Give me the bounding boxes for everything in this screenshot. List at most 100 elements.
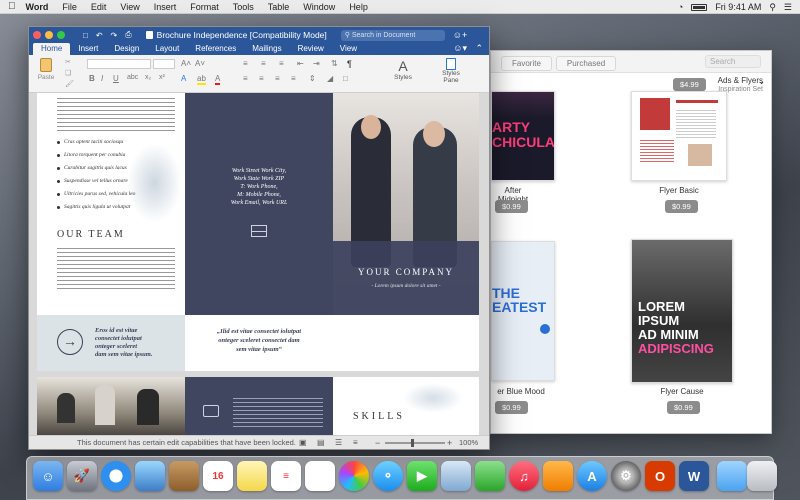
justify-icon[interactable]: ≡ bbox=[291, 74, 296, 83]
maps-icon[interactable] bbox=[305, 461, 335, 491]
paste-button[interactable]: Paste bbox=[35, 58, 57, 81]
tab-home[interactable]: Home bbox=[33, 43, 71, 55]
tab-references[interactable]: References bbox=[187, 43, 244, 55]
draft-view-icon[interactable]: ≡ bbox=[353, 438, 358, 447]
app-store-icon[interactable]: A bbox=[577, 461, 607, 491]
web-layout-view-icon[interactable]: ▤ bbox=[317, 438, 325, 447]
tab-view[interactable]: View bbox=[332, 43, 365, 55]
keynote-icon[interactable] bbox=[441, 461, 471, 491]
menu-format[interactable]: Format bbox=[190, 2, 219, 12]
zoom-level[interactable]: 100% bbox=[459, 438, 478, 447]
search-document-input[interactable]: ⚲ Search in Document bbox=[340, 29, 445, 41]
battery-icon[interactable] bbox=[691, 3, 708, 11]
menu-insert[interactable]: Insert bbox=[154, 2, 177, 12]
calendar-icon[interactable]: 16 bbox=[203, 461, 233, 491]
font-name-select[interactable] bbox=[87, 59, 151, 69]
reminders-icon[interactable]: ≡ bbox=[271, 461, 301, 491]
italic-button[interactable]: I bbox=[101, 74, 103, 83]
menu-window[interactable]: Window bbox=[303, 2, 335, 12]
shading-icon[interactable]: ◢ bbox=[327, 74, 333, 83]
zoom-out-button[interactable]: − bbox=[375, 438, 380, 448]
close-window-button[interactable] bbox=[33, 31, 41, 39]
notes-icon[interactable] bbox=[237, 461, 267, 491]
price-button[interactable]: $0.99 bbox=[665, 200, 698, 213]
menu-tools[interactable]: Tools bbox=[233, 2, 254, 12]
subscript-button[interactable]: x₂ bbox=[145, 74, 151, 81]
photos-icon[interactable] bbox=[339, 461, 369, 491]
borders-icon[interactable]: □ bbox=[343, 74, 348, 83]
price-button[interactable]: $0.99 bbox=[667, 401, 700, 414]
font-size-select[interactable] bbox=[153, 59, 175, 69]
zoom-window-button[interactable] bbox=[57, 31, 65, 39]
tab-mailings[interactable]: Mailings bbox=[244, 43, 289, 55]
strikethrough-button[interactable]: abc bbox=[127, 74, 138, 81]
tab-review[interactable]: Review bbox=[290, 43, 332, 55]
safari-icon[interactable] bbox=[101, 461, 131, 491]
font-grow-icon[interactable]: A˄ bbox=[181, 59, 191, 68]
tab-insert[interactable]: Insert bbox=[70, 43, 106, 55]
tab-favorite[interactable]: Favorite bbox=[501, 56, 552, 71]
superscript-button[interactable]: x² bbox=[159, 74, 165, 81]
office-icon[interactable]: O bbox=[645, 461, 675, 491]
flyer-thumbnail[interactable]: LOREM IPSUM AD MINIM ADIPISCING bbox=[631, 239, 733, 383]
collapse-ribbon-icon[interactable]: ⌃ bbox=[475, 43, 483, 54]
numbers-icon[interactable] bbox=[475, 461, 505, 491]
outline-view-icon[interactable]: ☰ bbox=[335, 438, 342, 447]
share-icon[interactable]: ☺+ bbox=[453, 30, 467, 40]
text-effects-icon[interactable]: A bbox=[181, 74, 186, 83]
document-page[interactable]: Cras aptent taciti sociosqu Litora torqu… bbox=[37, 93, 479, 437]
messages-icon[interactable]: ⚬ bbox=[373, 461, 403, 491]
save-icon[interactable]: □ bbox=[83, 31, 88, 40]
smiley-feedback-icon[interactable]: ☺▾ bbox=[453, 43, 467, 54]
font-color-icon[interactable]: A bbox=[215, 74, 221, 85]
align-left-icon[interactable]: ≡ bbox=[243, 74, 248, 83]
align-right-icon[interactable]: ≡ bbox=[275, 74, 280, 83]
menu-table[interactable]: Table bbox=[268, 2, 290, 12]
ibooks-icon[interactable] bbox=[543, 461, 573, 491]
underline-button[interactable]: U bbox=[113, 74, 119, 83]
tab-purchased[interactable]: Purchased bbox=[555, 56, 617, 71]
line-spacing-icon[interactable]: ⇕ bbox=[309, 74, 316, 83]
itunes-icon[interactable]: ♫ bbox=[509, 461, 539, 491]
trash-icon[interactable] bbox=[747, 461, 777, 491]
contacts-icon[interactable] bbox=[169, 461, 199, 491]
styles-gallery-button[interactable]: A Styles bbox=[385, 58, 421, 81]
menu-edit[interactable]: Edit bbox=[91, 2, 107, 12]
downloads-folder-icon[interactable] bbox=[717, 461, 747, 491]
price-button[interactable]: $0.99 bbox=[495, 401, 528, 414]
menu-app-name[interactable]: Word bbox=[26, 2, 49, 12]
font-shrink-icon[interactable]: A˅ bbox=[195, 59, 205, 68]
redo-icon[interactable]: ↷ bbox=[111, 31, 118, 40]
increase-indent-icon[interactable]: ⇥ bbox=[313, 59, 320, 68]
facetime-icon[interactable]: ▶ bbox=[407, 461, 437, 491]
show-formatting-icon[interactable]: ¶ bbox=[347, 59, 352, 69]
bold-button[interactable]: B bbox=[89, 74, 95, 83]
spotlight-icon[interactable]: ⚲ bbox=[769, 2, 776, 13]
photo-booth-icon[interactable] bbox=[135, 461, 165, 491]
launchpad-icon[interactable]: 🚀 bbox=[67, 461, 97, 491]
menu-view[interactable]: View bbox=[120, 2, 139, 12]
cut-icon[interactable]: ✂ bbox=[65, 58, 71, 66]
tab-design[interactable]: Design bbox=[106, 43, 147, 55]
menu-file[interactable]: File bbox=[62, 2, 77, 12]
multilevel-list-icon[interactable]: ≡ bbox=[279, 59, 284, 68]
align-center-icon[interactable]: ≡ bbox=[259, 74, 264, 83]
flyer-thumbnail[interactable] bbox=[631, 91, 727, 181]
tab-layout[interactable]: Layout bbox=[147, 43, 187, 55]
apple-icon[interactable]:  bbox=[8, 1, 16, 12]
word-icon[interactable]: W bbox=[679, 461, 709, 491]
flyer-thumbnail[interactable]: THE EATEST bbox=[491, 241, 555, 381]
copy-icon[interactable]: ❏ bbox=[65, 69, 71, 77]
system-preferences-icon[interactable]: ⚙ bbox=[611, 461, 641, 491]
store-search-input[interactable]: Search bbox=[705, 55, 761, 68]
document-area[interactable]: Cras aptent taciti sociosqu Litora torqu… bbox=[29, 93, 489, 437]
menu-help[interactable]: Help bbox=[349, 2, 368, 12]
notification-center-icon[interactable]: ☰ bbox=[784, 2, 792, 13]
sort-icon[interactable]: ⇅ bbox=[331, 59, 338, 68]
print-icon[interactable]: ⎙ bbox=[125, 30, 131, 40]
styles-pane-button[interactable]: Styles Pane bbox=[433, 58, 469, 84]
highlight-icon[interactable]: ab bbox=[197, 74, 206, 85]
minimize-window-button[interactable] bbox=[45, 31, 53, 39]
zoom-in-button[interactable]: + bbox=[447, 438, 452, 448]
price-button[interactable]: $4.99 bbox=[673, 78, 706, 91]
